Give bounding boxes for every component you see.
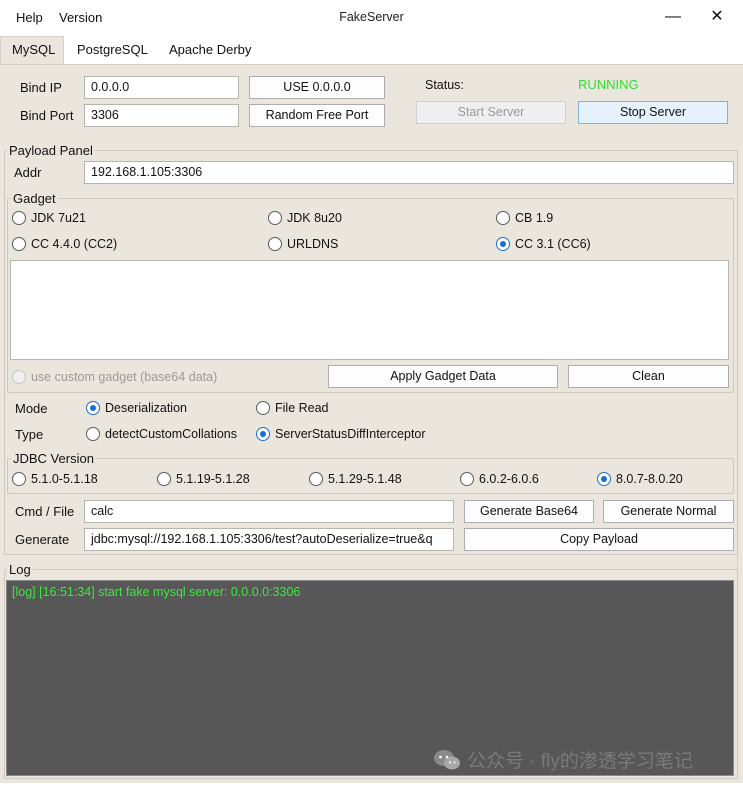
- gadget-jdk7u21-radio[interactable]: JDK 7u21: [12, 211, 86, 225]
- radio-icon: [256, 401, 270, 415]
- gadget-cb19-radio[interactable]: CB 1.9: [496, 211, 553, 225]
- minimize-icon[interactable]: —: [660, 6, 686, 28]
- bind-port-label: Bind Port: [20, 108, 74, 123]
- jdbc-5-1-19-radio[interactable]: 5.1.19-5.1.28: [157, 472, 250, 486]
- close-icon[interactable]: ✕: [704, 6, 730, 28]
- radio-label: use custom gadget (base64 data): [31, 370, 218, 384]
- cmd-file-label: Cmd / File: [15, 504, 75, 519]
- radio-label: Deserialization: [105, 401, 187, 415]
- gadget-cc440-radio[interactable]: CC 4.4.0 (CC2): [12, 237, 117, 251]
- gadget-title: Gadget: [11, 191, 58, 206]
- generate-label: Generate: [15, 532, 70, 547]
- radio-label: URLDNS: [287, 237, 339, 251]
- status-label: Status:: [425, 78, 464, 92]
- jdbc-6-0-2-radio[interactable]: 6.0.2-6.0.6: [460, 472, 539, 486]
- radio-selected-icon: [597, 472, 611, 486]
- apply-gadget-data-button[interactable]: Apply Gadget Data: [328, 365, 558, 388]
- bind-ip-label: Bind IP: [20, 80, 62, 95]
- jdbc-8-0-7-radio[interactable]: 8.0.7-8.0.20: [597, 472, 683, 486]
- bind-port-input[interactable]: 3306: [84, 104, 239, 127]
- radio-icon: [12, 211, 26, 225]
- radio-icon: [157, 472, 171, 486]
- use-any-address-button[interactable]: USE 0.0.0.0: [249, 76, 385, 99]
- radio-label: JDK 8u20: [287, 211, 342, 225]
- radio-selected-icon: [256, 427, 270, 441]
- jdbc-5-1-0-radio[interactable]: 5.1.0-5.1.18: [12, 472, 98, 486]
- gadget-data-textarea[interactable]: [10, 260, 729, 360]
- jdbc-version-title: JDBC Version: [11, 451, 96, 466]
- radio-label: detectCustomCollations: [105, 427, 238, 441]
- addr-input[interactable]: 192.168.1.105:3306: [84, 161, 734, 184]
- stop-server-button[interactable]: Stop Server: [578, 101, 728, 124]
- clean-button[interactable]: Clean: [568, 365, 729, 388]
- mode-file-read-radio[interactable]: File Read: [256, 401, 329, 415]
- radio-label: 5.1.29-5.1.48: [328, 472, 402, 486]
- radio-label: 5.1.0-5.1.18: [31, 472, 98, 486]
- generate-output-input[interactable]: jdbc:mysql://192.168.1.105:3306/test?aut…: [84, 528, 454, 551]
- window-title: FakeServer: [339, 10, 404, 24]
- mode-deserialization-radio[interactable]: Deserialization: [86, 401, 187, 415]
- generate-base64-button[interactable]: Generate Base64: [464, 500, 594, 523]
- radio-label: CC 4.4.0 (CC2): [31, 237, 118, 251]
- log-line: [log] [16:51:34] start fake mysql server…: [12, 585, 301, 599]
- radio-label: JDK 7u21: [31, 211, 86, 225]
- radio-icon: [309, 472, 323, 486]
- radio-label: ServerStatusDiffInterceptor: [275, 427, 426, 441]
- gadget-jdk8u20-radio[interactable]: JDK 8u20: [268, 211, 342, 225]
- radio-label: File Read: [275, 401, 329, 415]
- radio-icon: [12, 237, 26, 251]
- radio-label: 5.1.19-5.1.28: [176, 472, 250, 486]
- addr-label: Addr: [14, 165, 42, 180]
- type-server-status-diff-interceptor-radio[interactable]: ServerStatusDiffInterceptor: [256, 427, 426, 441]
- radio-icon: [12, 370, 26, 384]
- radio-icon: [86, 427, 100, 441]
- radio-label: CB 1.9: [515, 211, 554, 225]
- radio-icon: [12, 472, 26, 486]
- gadget-cc31-radio[interactable]: CC 3.1 (CC6): [496, 237, 591, 251]
- log-title: Log: [7, 562, 33, 577]
- radio-label: 8.0.7-8.0.20: [616, 472, 683, 486]
- tab-postgresql[interactable]: PostgreSQL: [77, 42, 148, 57]
- type-detect-custom-collations-radio[interactable]: detectCustomCollations: [86, 427, 237, 441]
- radio-icon: [268, 211, 282, 225]
- jdbc-5-1-29-radio[interactable]: 5.1.29-5.1.48: [309, 472, 402, 486]
- custom-gadget-radio[interactable]: use custom gadget (base64 data): [12, 370, 217, 384]
- radio-icon: [496, 211, 510, 225]
- wechat-icon: [434, 749, 460, 769]
- radio-selected-icon: [496, 237, 510, 251]
- bind-ip-input[interactable]: 0.0.0.0: [84, 76, 239, 99]
- radio-label: 6.0.2-6.0.6: [479, 472, 539, 486]
- radio-selected-icon: [86, 401, 100, 415]
- payload-panel-title: Payload Panel: [7, 143, 95, 158]
- radio-icon: [460, 472, 474, 486]
- radio-icon: [268, 237, 282, 251]
- status-value: RUNNING: [578, 77, 639, 92]
- gadget-urldns-radio[interactable]: URLDNS: [268, 237, 338, 251]
- start-server-button[interactable]: Start Server: [416, 101, 566, 124]
- watermark-text: 公众号 · fly的渗透学习笔记: [467, 751, 693, 772]
- generate-normal-button[interactable]: Generate Normal: [603, 500, 734, 523]
- watermark: 公众号 · fly的渗透学习笔记: [433, 746, 693, 773]
- copy-payload-button[interactable]: Copy Payload: [464, 528, 734, 551]
- random-free-port-button[interactable]: Random Free Port: [249, 104, 385, 127]
- type-label: Type: [15, 427, 44, 442]
- cmd-file-input[interactable]: calc: [84, 500, 454, 523]
- tab-apache-derby[interactable]: Apache Derby: [169, 42, 251, 57]
- radio-label: CC 3.1 (CC6): [515, 237, 591, 251]
- tab-mysql[interactable]: MySQL: [12, 42, 55, 57]
- mode-label: Mode: [15, 401, 48, 416]
